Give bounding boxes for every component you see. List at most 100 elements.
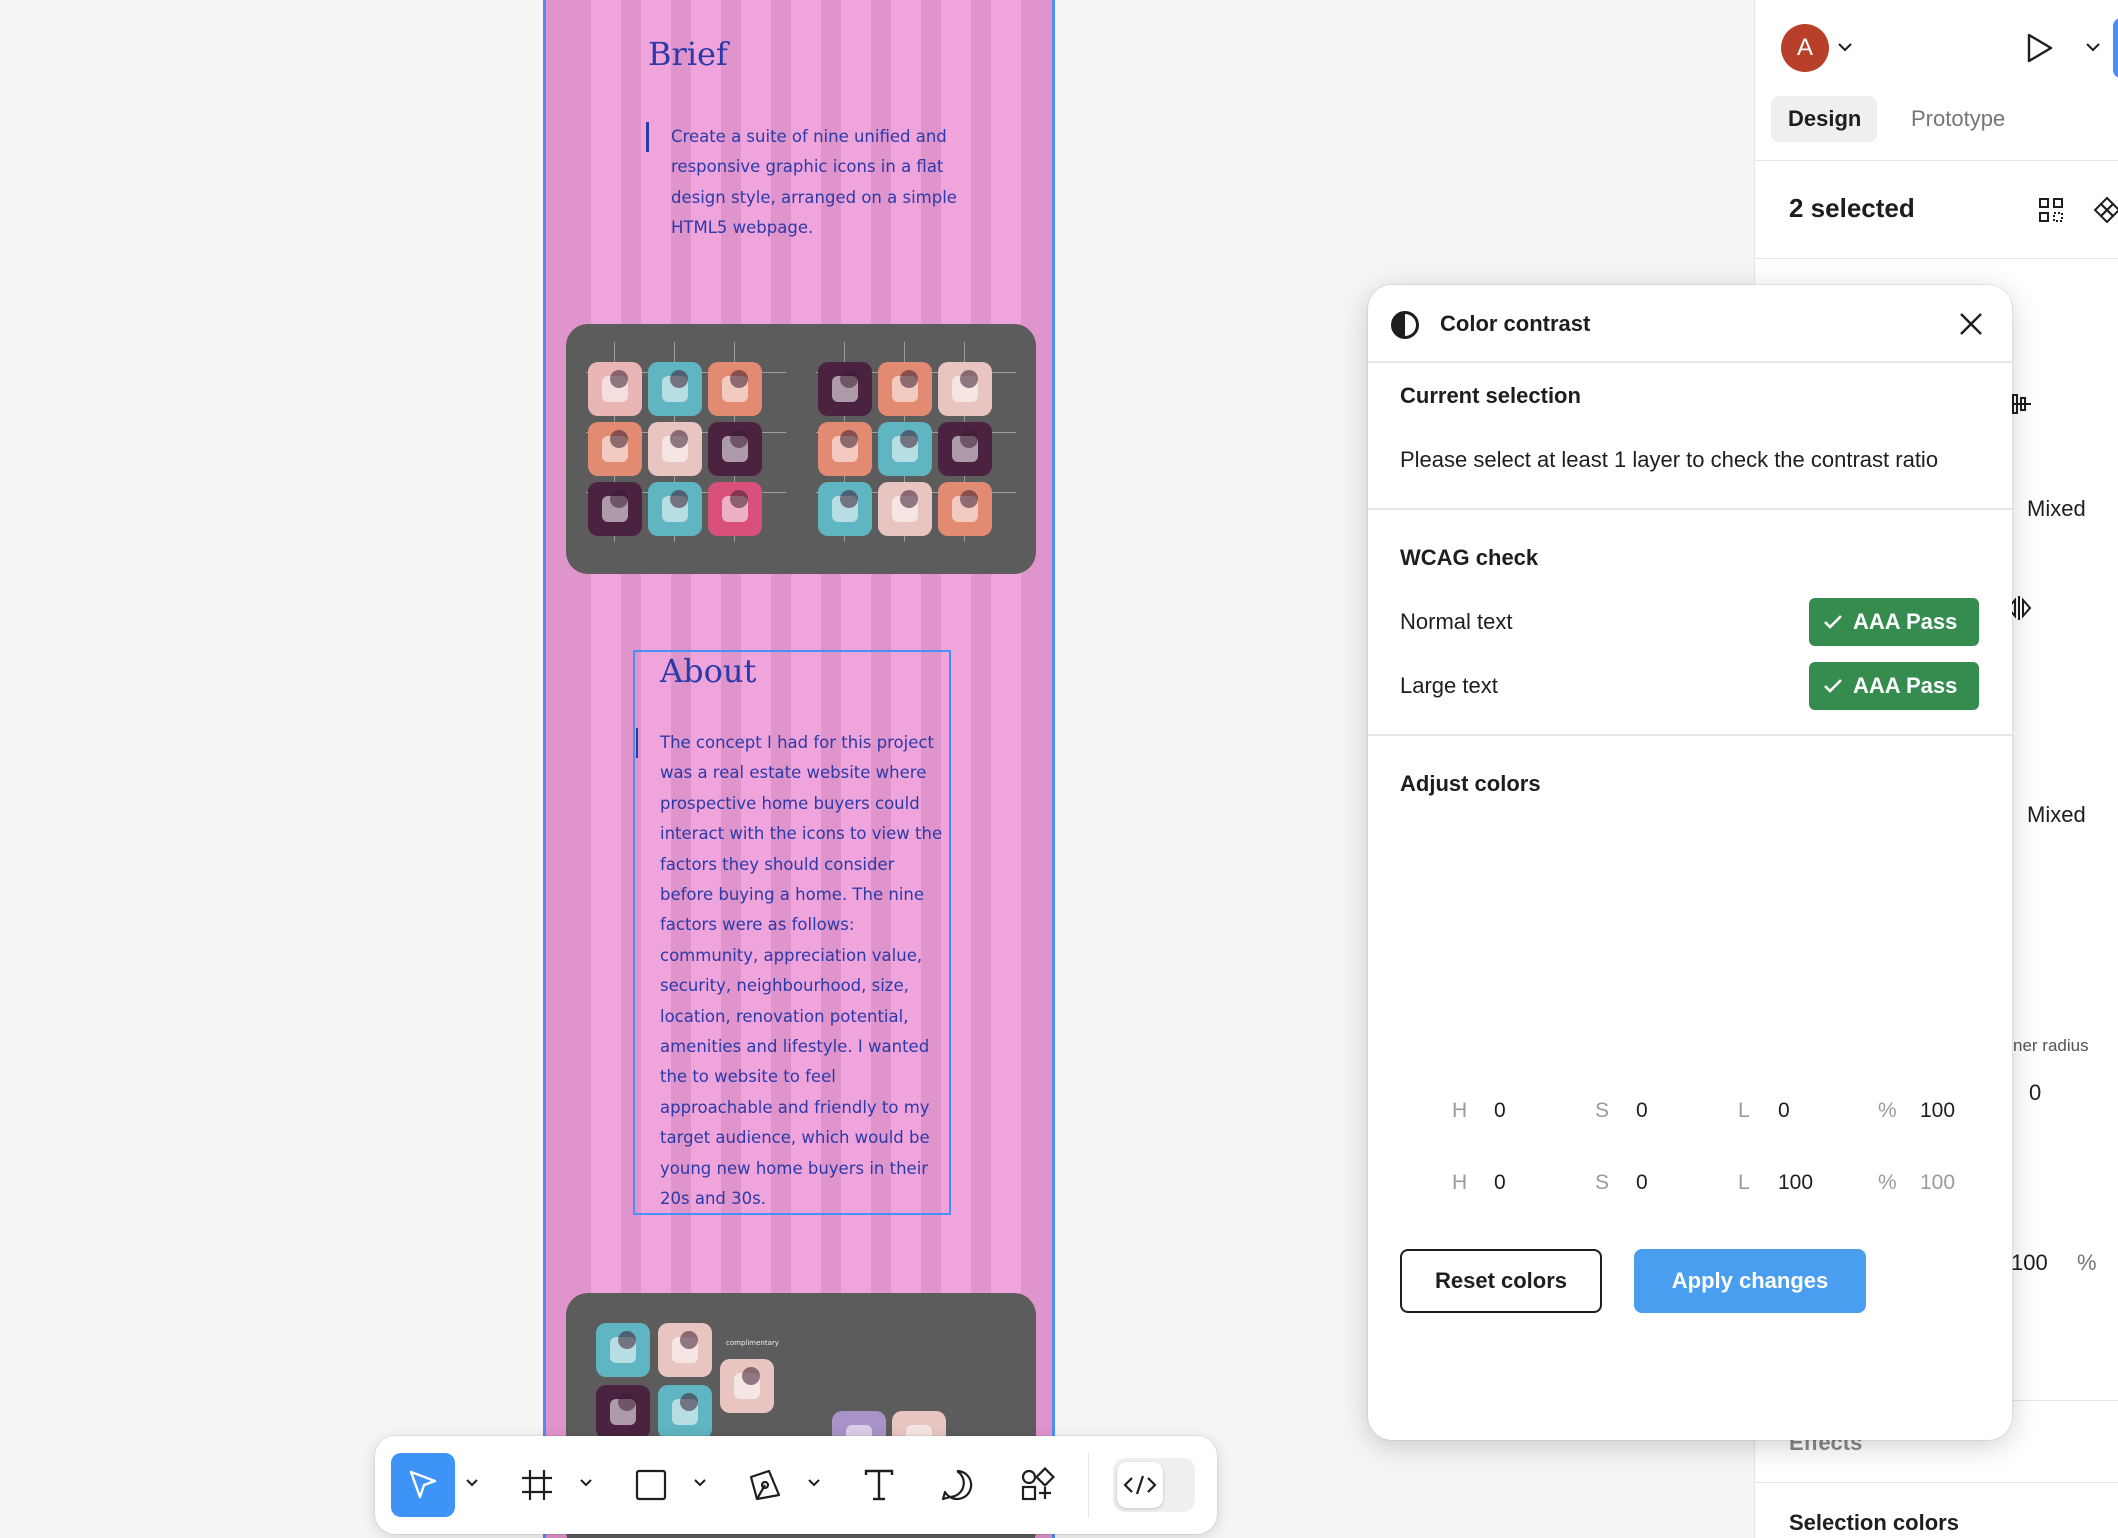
chevron-down-icon[interactable] [693, 1476, 707, 1490]
dev-mode-knob[interactable] [1117, 1462, 1163, 1508]
amenities-icon[interactable] [648, 482, 702, 536]
current-selection-message: Please select at least 1 layer to check … [1400, 447, 1939, 472]
opacity-value[interactable]: 100 [2011, 1250, 2048, 1276]
normal-text-result: AAA Pass [1853, 609, 1958, 634]
community-alt-icon[interactable] [818, 362, 872, 416]
selection-box[interactable] [633, 650, 951, 1215]
alpha-key: % [1878, 1171, 1897, 1194]
amenities-alt-icon[interactable] [878, 482, 932, 536]
avatar[interactable]: A [1781, 24, 1829, 72]
mixed-value[interactable]: Mixed [2027, 496, 2086, 522]
icon-sheet-card-top[interactable] [566, 324, 1036, 574]
resources-tool-button[interactable] [1005, 1453, 1069, 1517]
chevron-down-icon[interactable] [2085, 40, 2101, 58]
opacity-unit: % [2077, 1250, 2097, 1275]
tab-design-label: Design [1788, 106, 1862, 131]
saturation-key: S [1595, 1171, 1610, 1194]
tab-prototype[interactable]: Prototype [1911, 106, 2005, 132]
lifestyle-alt-icon[interactable] [938, 482, 992, 536]
renovation-alt-icon[interactable] [818, 482, 872, 536]
community-icon[interactable] [588, 362, 642, 416]
appreciation-alt-icon[interactable] [878, 362, 932, 416]
renovation-icon[interactable] [588, 482, 642, 536]
lightness-input[interactable]: 0 [1778, 1099, 1790, 1123]
brief-body[interactable]: Create a suite of nine unified and respo… [671, 122, 971, 244]
wcag-heading: WCAG check [1400, 545, 1539, 570]
hue-input[interactable]: 0 [1494, 1099, 1506, 1123]
location-icon[interactable] [708, 422, 762, 476]
appreciation-icon[interactable] [648, 362, 702, 416]
mixed-value[interactable]: Mixed [2027, 802, 2086, 828]
neighbourhood-icon[interactable] [588, 422, 642, 476]
large-text-badge: AAA Pass [1809, 662, 1979, 710]
plugin-title: Color contrast [1440, 311, 1591, 336]
large-text-result: AAA Pass [1853, 673, 1958, 698]
security-alt-icon[interactable] [938, 362, 992, 416]
frame-icon [522, 1470, 552, 1500]
bottom-toolbar [375, 1436, 1217, 1534]
check-icon [1824, 615, 1842, 629]
component-icon[interactable] [2093, 196, 2118, 229]
chevron-down-icon[interactable] [465, 1476, 479, 1490]
lightness-input[interactable]: 100 [1778, 1171, 1813, 1195]
security-icon[interactable] [658, 1323, 712, 1377]
security-alt-icon[interactable] [720, 1359, 774, 1413]
color-contrast-plugin: Color contrast Current selection Please … [1368, 285, 2012, 1440]
location-icon[interactable] [596, 1385, 650, 1439]
hue-key: H [1452, 1171, 1468, 1194]
renovation-icon[interactable] [658, 1385, 712, 1439]
brief-quote-bar [646, 122, 649, 152]
grid-icon[interactable] [2037, 196, 2065, 229]
alpha-input[interactable]: 100 [1920, 1171, 1955, 1195]
corner-radius-label: ner radius [2013, 1036, 2089, 1055]
pen-icon [749, 1469, 781, 1501]
apply-changes-button[interactable]: Apply changes [1634, 1249, 1866, 1313]
cursor-icon [409, 1470, 437, 1499]
neighbourhood-alt-icon[interactable] [818, 422, 872, 476]
chevron-down-icon[interactable] [807, 1476, 821, 1490]
play-icon[interactable] [2025, 32, 2055, 69]
hue-input[interactable]: 0 [1494, 1171, 1506, 1195]
security-icon[interactable] [708, 362, 762, 416]
card-caption: complimentary [726, 1339, 779, 1347]
frame-tool-button[interactable] [505, 1453, 569, 1517]
corner-radius-value[interactable]: 0 [2029, 1080, 2041, 1106]
rectangle-tool-button[interactable] [619, 1453, 683, 1517]
text-tool-button[interactable] [847, 1453, 911, 1517]
comment-tool-button[interactable] [925, 1453, 989, 1517]
move-tool-button[interactable] [391, 1453, 455, 1517]
alpha-input[interactable]: 100 [1920, 1099, 1955, 1123]
saturation-input[interactable]: 0 [1636, 1171, 1648, 1195]
chevron-down-icon[interactable] [1837, 40, 1853, 58]
alpha-key: % [1878, 1099, 1897, 1122]
lifestyle-icon[interactable] [708, 482, 762, 536]
size-icon[interactable] [596, 1323, 650, 1377]
saturation-input[interactable]: 0 [1636, 1099, 1648, 1123]
lightness-key: L [1738, 1099, 1750, 1122]
normal-text-badge: AAA Pass [1809, 598, 1979, 646]
brief-heading[interactable]: Brief [648, 35, 728, 73]
code-icon [1123, 1475, 1157, 1495]
chevron-down-icon[interactable] [579, 1476, 593, 1490]
selection-count: 2 selected [1789, 193, 1915, 223]
large-text-label: Large text [1400, 673, 1498, 698]
reset-colors-button[interactable]: Reset colors [1400, 1249, 1602, 1313]
plugin-logo-icon [1390, 309, 1420, 346]
toolbar-divider [1088, 1452, 1089, 1518]
check-icon [1824, 679, 1842, 693]
hue-key: H [1452, 1099, 1468, 1122]
selection-colors-label: Selection colors [1789, 1510, 1959, 1535]
lightness-key: L [1738, 1171, 1750, 1194]
adjust-colors-heading: Adjust colors [1400, 771, 1541, 796]
normal-text-label: Normal text [1400, 609, 1513, 634]
comment-icon [941, 1469, 973, 1501]
size-icon[interactable] [648, 422, 702, 476]
size-alt-icon[interactable] [878, 422, 932, 476]
pen-tool-button[interactable] [733, 1453, 797, 1517]
share-button[interactable] [2113, 18, 2118, 78]
rectangle-icon [635, 1469, 667, 1501]
location-alt-icon[interactable] [938, 422, 992, 476]
current-selection-heading: Current selection [1400, 383, 1581, 408]
text-icon [864, 1469, 894, 1501]
close-icon[interactable] [1958, 311, 1984, 342]
